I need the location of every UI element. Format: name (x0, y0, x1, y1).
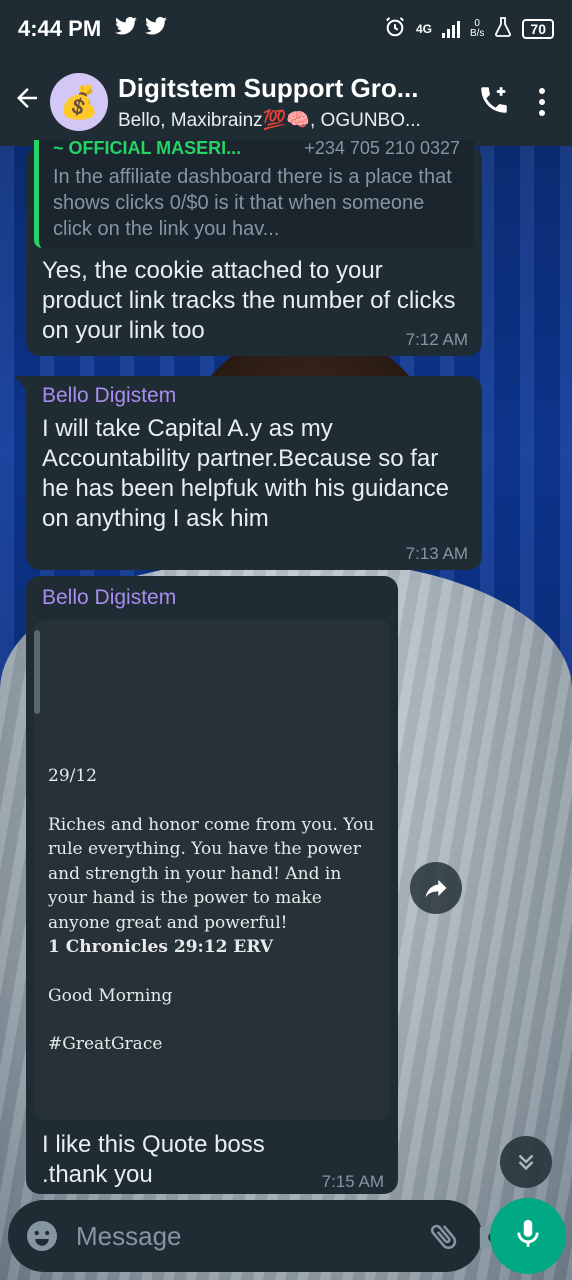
message-input[interactable] (76, 1220, 411, 1252)
message-text: Yes, the cookie attached to your product… (42, 257, 456, 344)
status-indicators: 4G 0 B/s 70 (384, 16, 554, 43)
money-bag-icon: 💰 (59, 84, 99, 120)
back-arrow-icon[interactable] (10, 83, 44, 121)
sender-name[interactable]: Bello Digistem (42, 586, 176, 610)
chat-header[interactable]: 💰 Digitstem Support Gro... Bello, Maxibr… (0, 58, 572, 146)
group-info[interactable]: Digitstem Support Gro... Bello, Maxibrai… (118, 73, 466, 132)
quoted-message[interactable]: ~ OFFICIAL MASERI... +234 705 210 0327 I… (34, 140, 474, 248)
image-greeting: Good Morning (48, 985, 173, 1006)
bubble-tail (14, 376, 28, 392)
mic-icon (511, 1217, 545, 1256)
message-text: I will take Capital A.y as my Accountabi… (42, 415, 449, 532)
message-time: 7:15 AM (321, 1172, 384, 1191)
message-bubble[interactable]: Bello Digistem 29/12 Riches and honor co… (26, 576, 398, 1194)
battery-level: 70 (522, 19, 554, 39)
group-members: Bello, Maxibrainz💯🧠, OGUNBO... (118, 109, 421, 131)
quoted-phone: +234 705 210 0327 (304, 140, 460, 158)
status-time: 4:44 PM (18, 16, 102, 41)
message-time: 7:12 AM (405, 330, 468, 349)
message-bubble[interactable]: ~ OFFICIAL MASERI... +234 705 210 0327 I… (26, 140, 482, 356)
message-bubble[interactable]: Bello Digistem I will take Capital A.y a… (14, 376, 482, 570)
quoted-author: ~ OFFICIAL MASERI... (53, 140, 242, 158)
image-date: 29/12 (48, 766, 97, 786)
message-composer (8, 1200, 509, 1272)
sender-name[interactable]: Bello Digistem (42, 384, 176, 408)
network-type: 4G (415, 22, 432, 36)
message-image[interactable]: 29/12 Riches and honor come from you. Yo… (34, 620, 390, 1120)
group-avatar[interactable]: 💰 (50, 73, 108, 131)
mic-button[interactable] (490, 1198, 566, 1274)
lab-icon (494, 16, 512, 42)
attach-icon[interactable] (427, 1214, 461, 1258)
image-reference: 1 Chronicles 29:12 ERV (48, 937, 274, 957)
quoted-text: In the affiliate dashboard there is a pl… (53, 166, 452, 240)
forward-icon[interactable] (410, 862, 462, 914)
add-call-icon[interactable] (466, 83, 522, 122)
alarm-icon (384, 16, 406, 43)
group-name: Digitstem Support Gro... (118, 72, 419, 103)
more-vert-icon[interactable] (522, 88, 562, 116)
chevrons-down-icon[interactable] (500, 1136, 552, 1188)
status-bar: 4:44 PM 4G 0 B/s 70 (0, 0, 572, 58)
image-hashtag: #GreatGrace (48, 1034, 163, 1054)
image-quote-text: 29/12 Riches and honor come from you. Yo… (48, 764, 378, 1081)
emoji-icon[interactable] (24, 1218, 60, 1254)
net-speed-unit: B/s (469, 28, 485, 39)
image-edge-mark (34, 630, 40, 714)
image-verse: Riches and honor come from you. You rule… (48, 814, 375, 933)
signal-icon (441, 20, 460, 38)
twitter-icon (115, 16, 138, 42)
net-speed: 0 B/s (470, 19, 484, 39)
message-time: 7:13 AM (405, 544, 468, 563)
message-text: I like this Quote boss .thank you (42, 1131, 265, 1188)
twitter-icon (145, 16, 168, 42)
